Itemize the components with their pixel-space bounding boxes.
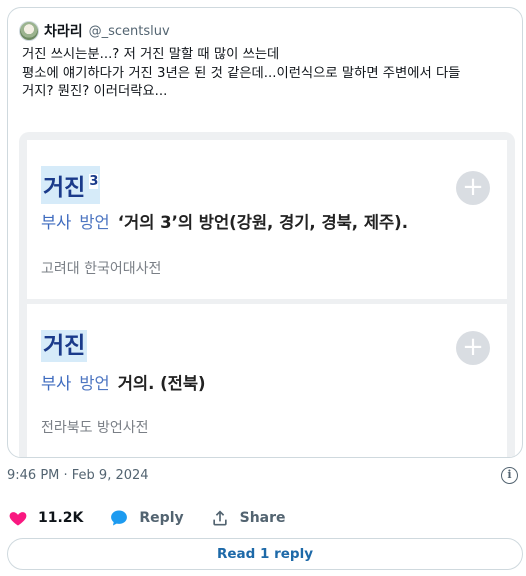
- dictionary-entry: 거진 + 부사 방언 거의. (전북) 전라북도 방언사전: [27, 304, 507, 457]
- part-of-speech: 부사: [41, 374, 72, 393]
- dialect-tag: 방언: [79, 374, 110, 393]
- author-handle[interactable]: @_scentsluv: [89, 24, 170, 39]
- tweet-timestamp[interactable]: 9:46 PM · Feb 9, 2024: [7, 468, 149, 483]
- definition-line: 부사 방언 거의. (전북): [41, 372, 206, 396]
- share-icon: [212, 510, 227, 526]
- definition-text: 거의. (전북): [117, 374, 206, 393]
- dictionary-source: 전라북도 방언사전: [41, 420, 149, 436]
- reply-bubble-icon: [111, 510, 128, 526]
- attached-dictionary-image[interactable]: 거진 3 + 부사 방언 ‘거의 3’의 방언(강원, 경기, 경북, 제주). 고려…: [19, 132, 515, 457]
- quoted-tweet-text: 거진 쓰시는분...? 저 거진 말할 때 많이 쓰는데 평소에 얘기하다가 거…: [22, 47, 461, 99]
- dialect-tag: 방언: [79, 213, 110, 232]
- reply-label: Reply: [139, 510, 184, 526]
- add-plus-icon: +: [456, 171, 490, 205]
- tweet-actions: 11.2K Reply Share: [8, 507, 312, 529]
- read-replies-button[interactable]: Read 1 reply: [7, 538, 523, 570]
- definition-line: 부사 방언 ‘거의 3’의 방언(강원, 경기, 경북, 제주).: [41, 211, 408, 235]
- share-button[interactable]: Share: [210, 508, 286, 528]
- reply-button[interactable]: Reply: [109, 508, 184, 528]
- definition-text: ‘거의 3’의 방언(강원, 경기, 경북, 제주).: [117, 213, 408, 232]
- avatar[interactable]: [19, 21, 39, 41]
- info-icon[interactable]: i: [501, 467, 518, 484]
- homograph-number: 3: [89, 174, 99, 189]
- add-plus-icon: +: [456, 331, 490, 365]
- quoted-author-row: 차라리 @_scentsluv: [19, 20, 170, 42]
- quoted-tweet-card[interactable]: 차라리 @_scentsluv 거진 쓰시는분...? 저 거진 말할 때 많이…: [7, 7, 523, 458]
- like-button[interactable]: 11.2K: [8, 508, 83, 528]
- part-of-speech: 부사: [41, 213, 72, 232]
- entry-headword: 거진: [41, 330, 88, 362]
- author-name[interactable]: 차라리: [44, 21, 83, 41]
- share-label: Share: [239, 510, 286, 526]
- dictionary-entry: 거진 3 + 부사 방언 ‘거의 3’의 방언(강원, 경기, 경북, 제주). 고려…: [27, 140, 507, 299]
- entry-headword: 거진 3: [41, 166, 101, 204]
- heart-icon: [9, 512, 27, 526]
- like-count: 11.2K: [38, 510, 84, 526]
- dictionary-source: 고려대 한국어대사전: [41, 261, 162, 277]
